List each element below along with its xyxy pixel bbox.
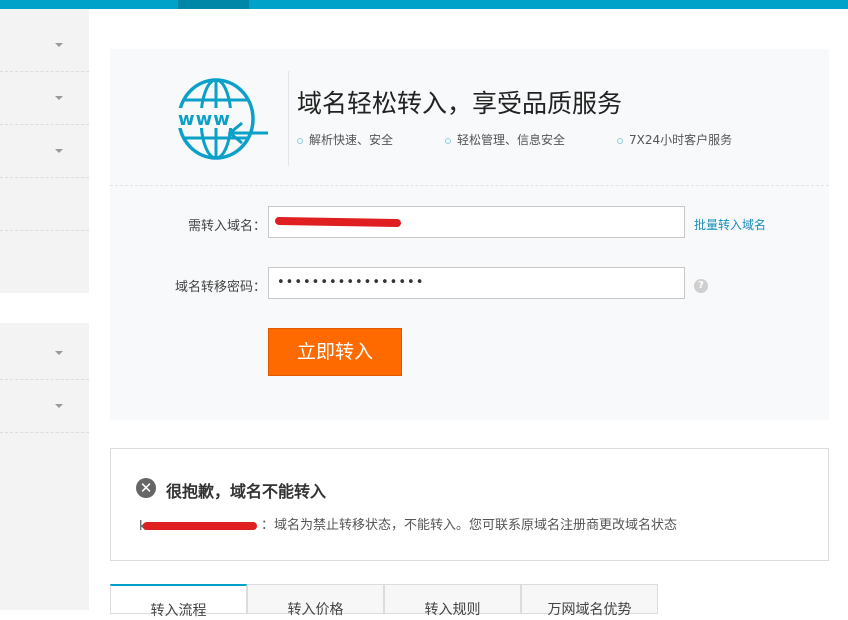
feature-item: 解析快速、安全 — [297, 131, 393, 148]
feature-item: 7X24小时客户服务 — [617, 131, 732, 148]
redaction-mark — [274, 216, 402, 228]
top-nav-bar — [0, 0, 848, 9]
chevron-down-icon — [55, 351, 63, 355]
sidebar — [0, 9, 89, 610]
chevron-down-icon — [55, 96, 63, 100]
chevron-down-icon — [55, 149, 63, 153]
page-title: 域名轻松转入，享受品质服务 — [297, 89, 623, 118]
chevron-down-icon — [55, 43, 63, 47]
bullet-icon — [297, 137, 303, 144]
bullet-icon — [445, 137, 451, 144]
sidebar-item[interactable] — [0, 178, 89, 231]
chevron-down-icon — [55, 404, 63, 408]
error-message-box: ✕ 很抱歉，域名不能转入 k：域名为禁止转移状态，不能转入。您可联系原域名注册商… — [110, 448, 829, 561]
sidebar-item[interactable] — [0, 380, 89, 433]
help-icon[interactable]: ? — [694, 279, 708, 293]
password-label: 域名转移密码： — [174, 280, 266, 295]
svg-text:www: www — [178, 109, 231, 130]
feature-item: 轻松管理、信息安全 — [445, 131, 565, 148]
error-domain: k — [139, 519, 261, 533]
transfer-password-input[interactable]: ••••••••••••••••• — [268, 267, 685, 299]
batch-transfer-link[interactable]: 批量转入域名 — [694, 216, 766, 233]
transfer-now-button[interactable]: 立即转入 — [268, 328, 402, 376]
section-divider — [110, 185, 829, 186]
error-title: 很抱歉，域名不能转入 — [166, 482, 327, 501]
sidebar-item[interactable] — [0, 72, 89, 125]
error-detail: k：域名为禁止转移状态，不能转入。您可联系原域名注册商更改域名状态 — [139, 514, 677, 533]
domain-label: 需转入域名： — [187, 219, 266, 234]
top-nav-active-tab[interactable] — [178, 0, 249, 9]
sidebar-item[interactable] — [0, 125, 89, 178]
sidebar-gap — [0, 293, 89, 323]
sidebar-item[interactable] — [0, 231, 89, 284]
sidebar-group-2 — [0, 327, 89, 433]
bullet-icon — [617, 137, 623, 144]
sidebar-item[interactable] — [0, 327, 89, 380]
header-divider — [288, 71, 289, 166]
globe-www-icon: www — [176, 78, 268, 160]
redaction-mark — [143, 521, 257, 530]
sidebar-item[interactable] — [0, 19, 89, 72]
transfer-panel: www 域名轻松转入，享受品质服务 解析快速、安全 轻松管理、信息安全 7X24… — [110, 49, 829, 420]
sidebar-group-1 — [0, 19, 89, 284]
feature-list: 解析快速、安全 轻松管理、信息安全 7X24小时客户服务 — [297, 131, 817, 151]
domain-input[interactable] — [268, 206, 685, 238]
error-circle-icon: ✕ — [136, 478, 156, 498]
